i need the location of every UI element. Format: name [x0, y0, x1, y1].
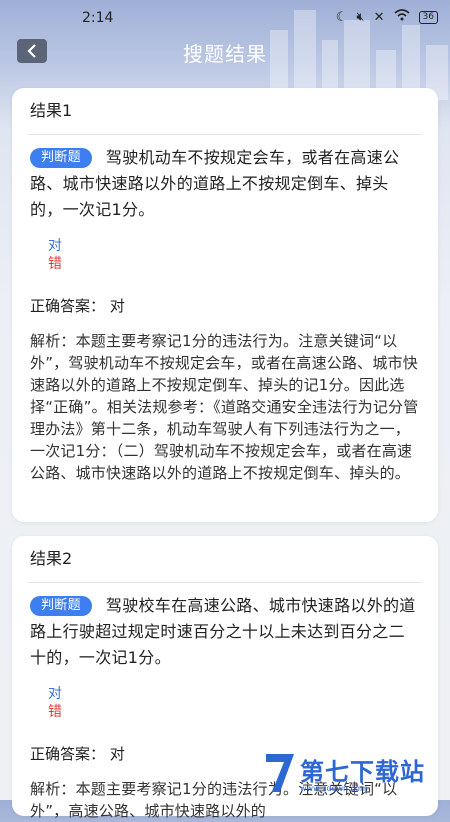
question-text: 判断题 驾驶机动车不按规定会车，或者在高速公路、城市快速路以外的道路上不按规定倒车…	[30, 145, 420, 223]
status-time: 2:14	[82, 10, 114, 26]
question-type-badge: 判断题	[30, 596, 92, 616]
question-text: 判断题 驾驶校车在高速公路、城市快速路以外的道路上行驶超过规定时速百分之十以上未达…	[30, 593, 420, 671]
result-card: 结果1 判断题 驾驶机动车不按规定会车，或者在高速公路、城市快速路以外的道路上不按…	[12, 88, 438, 522]
watermark-logo	[266, 754, 294, 792]
page-title: 搜题结果	[183, 42, 267, 66]
result-heading: 结果2	[28, 536, 422, 583]
option-true[interactable]: 对	[48, 237, 438, 255]
result-heading: 结果1	[28, 88, 422, 135]
watermark-text: 第七下载站	[300, 758, 425, 786]
options-list: 对 错	[48, 237, 438, 273]
header: 搜题结果	[0, 32, 450, 72]
option-false[interactable]: 错	[48, 255, 438, 273]
option-true[interactable]: 对	[48, 685, 438, 703]
site-watermark: 第七下载站 www.7down.com	[262, 748, 450, 800]
question-type-badge: 判断题	[30, 148, 92, 168]
option-false[interactable]: 错	[48, 703, 438, 721]
analysis-text: 解析：本题主要考察记1分的违法行为。注意关键词“以外”，驾驶机动车不按规定会车，…	[30, 332, 419, 482]
options-list: 对 错	[48, 685, 438, 721]
correct-answer: 正确答案： 对	[30, 297, 125, 315]
watermark-url: www.7down.com	[300, 784, 368, 793]
